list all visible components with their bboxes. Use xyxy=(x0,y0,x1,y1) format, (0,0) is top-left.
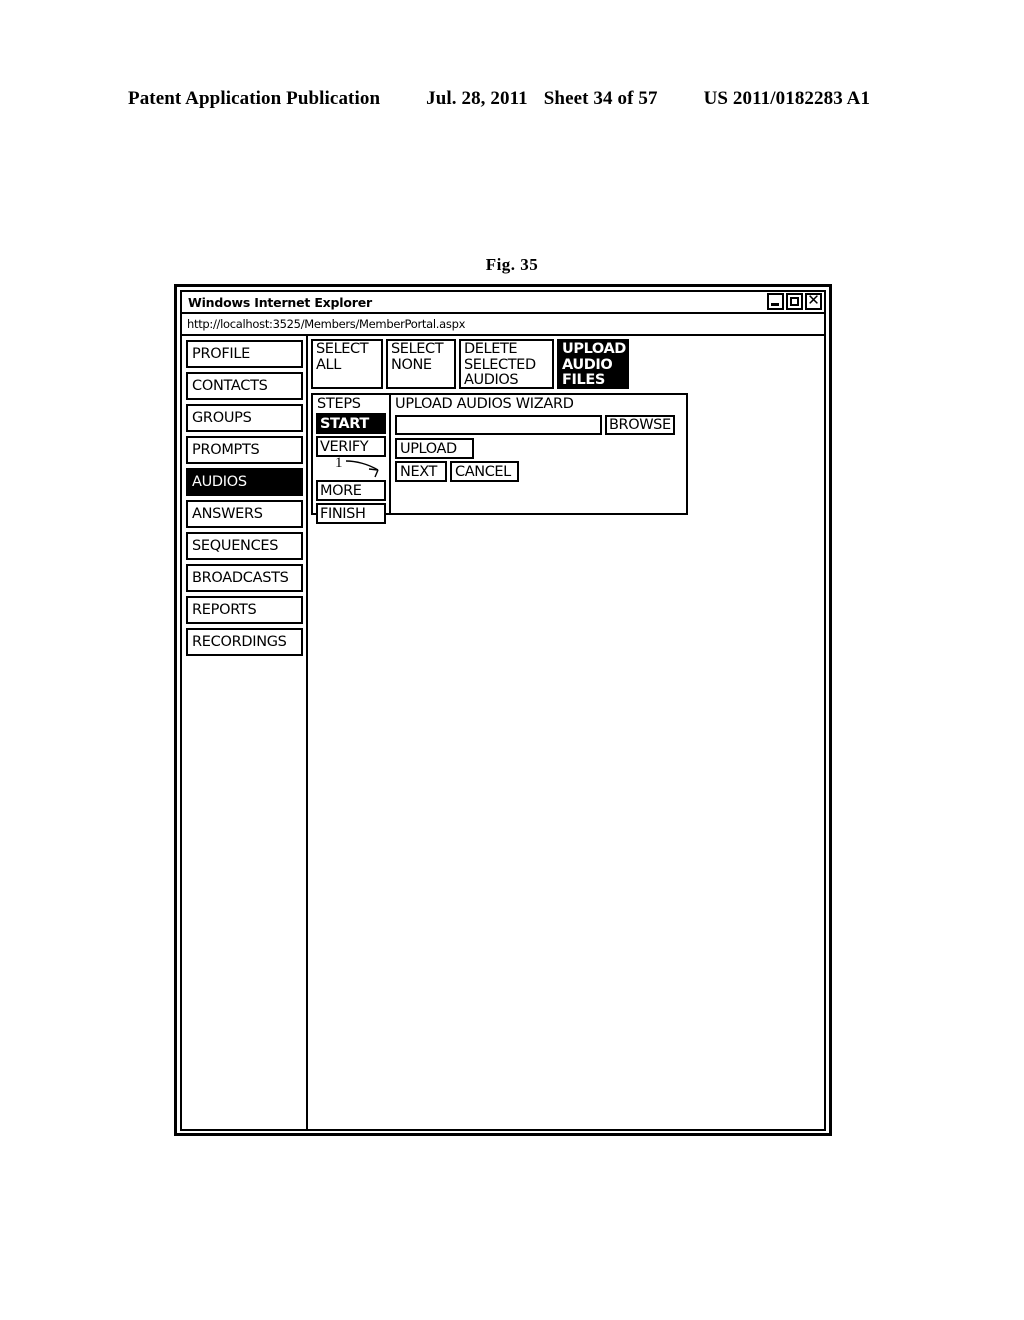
wizard-nav-row: NEXT CANCEL xyxy=(395,461,686,482)
wizard-title: UPLOAD AUDIOS WIZARD xyxy=(395,396,574,412)
cancel-button[interactable]: CANCEL xyxy=(450,461,519,482)
wizard-step-label: START xyxy=(320,415,369,432)
sidebar-item-label: PROFILE xyxy=(192,346,250,362)
wizard-step-start[interactable]: START xyxy=(316,413,386,434)
sidebar-item-recordings[interactable]: RECORDINGS xyxy=(186,628,303,656)
audios-toolbar: SELECT ALL SELECT NONE DELETE SELECTED A… xyxy=(311,339,824,389)
sidebar-item-label: PROMPTS xyxy=(192,442,260,458)
sidebar-item-label: BROADCASTS xyxy=(192,570,289,586)
upload-row: UPLOAD xyxy=(395,438,686,459)
minimize-icon xyxy=(771,303,779,306)
sidebar-item-reports[interactable]: REPORTS xyxy=(186,596,303,624)
minimize-button[interactable] xyxy=(767,293,784,310)
wizard-steps-column: STEPS START VERIFY MORE FINISH 1 xyxy=(313,395,391,524)
publication-date: Jul. 28, 2011 xyxy=(426,88,528,109)
window-controls: ✕ xyxy=(767,291,822,310)
file-path-input[interactable] xyxy=(395,415,602,435)
sidebar-item-label: CONTACTS xyxy=(192,378,268,394)
sidebar-item-contacts[interactable]: CONTACTS xyxy=(186,372,303,400)
file-select-row: BROWSE xyxy=(395,415,686,435)
steps-header: STEPS xyxy=(317,396,361,412)
sidebar-item-label: ANSWERS xyxy=(192,506,263,522)
maximize-button[interactable] xyxy=(786,293,803,310)
main-content: SELECT ALL SELECT NONE DELETE SELECTED A… xyxy=(308,336,824,1129)
sidebar-item-prompts[interactable]: PROMPTS xyxy=(186,436,303,464)
browser-window: Windows Internet Explorer ✕ http://local… xyxy=(174,284,832,1136)
address-bar[interactable]: http://localhost:3525/Members/MemberPort… xyxy=(180,314,826,336)
wizard-step-verify[interactable]: VERIFY xyxy=(316,436,386,457)
sidebar-item-label: GROUPS xyxy=(192,410,252,426)
sidebar-item-label: REPORTS xyxy=(192,602,257,618)
select-all-button[interactable]: SELECT ALL xyxy=(311,339,383,389)
upload-audios-wizard: STEPS START VERIFY MORE FINISH 1 UPLOAD … xyxy=(311,393,688,524)
close-icon: ✕ xyxy=(807,291,820,309)
browse-button[interactable]: BROWSE xyxy=(605,415,675,435)
wizard-steps-spacer xyxy=(316,459,386,480)
select-none-button[interactable]: SELECT NONE xyxy=(386,339,456,389)
patent-number: US 2011/0182283 A1 xyxy=(703,88,871,109)
maximize-icon xyxy=(790,297,799,306)
next-button[interactable]: NEXT xyxy=(395,461,447,482)
sidebar-item-label: RECORDINGS xyxy=(192,634,287,650)
sidebar-nav: PROFILE CONTACTS GROUPS PROMPTS AUDIOS A… xyxy=(182,336,308,1129)
wizard-step-label: FINISH xyxy=(320,505,366,522)
window-title: Windows Internet Explorer xyxy=(188,294,372,310)
close-button[interactable]: ✕ xyxy=(805,291,822,310)
wizard-step-more[interactable]: MORE xyxy=(316,480,386,501)
delete-selected-audios-button[interactable]: DELETE SELECTED AUDIOS xyxy=(459,339,554,389)
wizard-step-label: VERIFY xyxy=(320,438,369,455)
upload-audio-files-button[interactable]: UPLOAD AUDIO FILES xyxy=(557,339,629,389)
sidebar-item-broadcasts[interactable]: BROADCASTS xyxy=(186,564,303,592)
sidebar-item-audios[interactable]: AUDIOS xyxy=(186,468,303,496)
sidebar-item-answers[interactable]: ANSWERS xyxy=(186,500,303,528)
sidebar-item-sequences[interactable]: SEQUENCES xyxy=(186,532,303,560)
page-body: PROFILE CONTACTS GROUPS PROMPTS AUDIOS A… xyxy=(180,336,826,1131)
wizard-step-finish[interactable]: FINISH xyxy=(316,503,386,524)
wizard-main-panel: UPLOAD AUDIOS WIZARD BROWSE UPLOAD NEXT … xyxy=(391,395,686,513)
upload-button[interactable]: UPLOAD xyxy=(395,438,474,459)
sidebar-item-profile[interactable]: PROFILE xyxy=(186,340,303,368)
sidebar-item-label: AUDIOS xyxy=(192,474,247,490)
window-titlebar: Windows Internet Explorer ✕ xyxy=(180,290,826,314)
figure-caption: Fig. 35 xyxy=(485,255,539,274)
sheet-number: Sheet 34 of 57 xyxy=(543,88,658,109)
patent-header: Patent Application Publication Jul. 28, … xyxy=(128,88,896,114)
address-bar-url: http://localhost:3525/Members/MemberPort… xyxy=(187,317,466,331)
sidebar-item-groups[interactable]: GROUPS xyxy=(186,404,303,432)
wizard-step-label: MORE xyxy=(320,482,362,499)
sidebar-item-label: SEQUENCES xyxy=(192,538,279,554)
publication-label: Patent Application Publication xyxy=(128,88,381,109)
